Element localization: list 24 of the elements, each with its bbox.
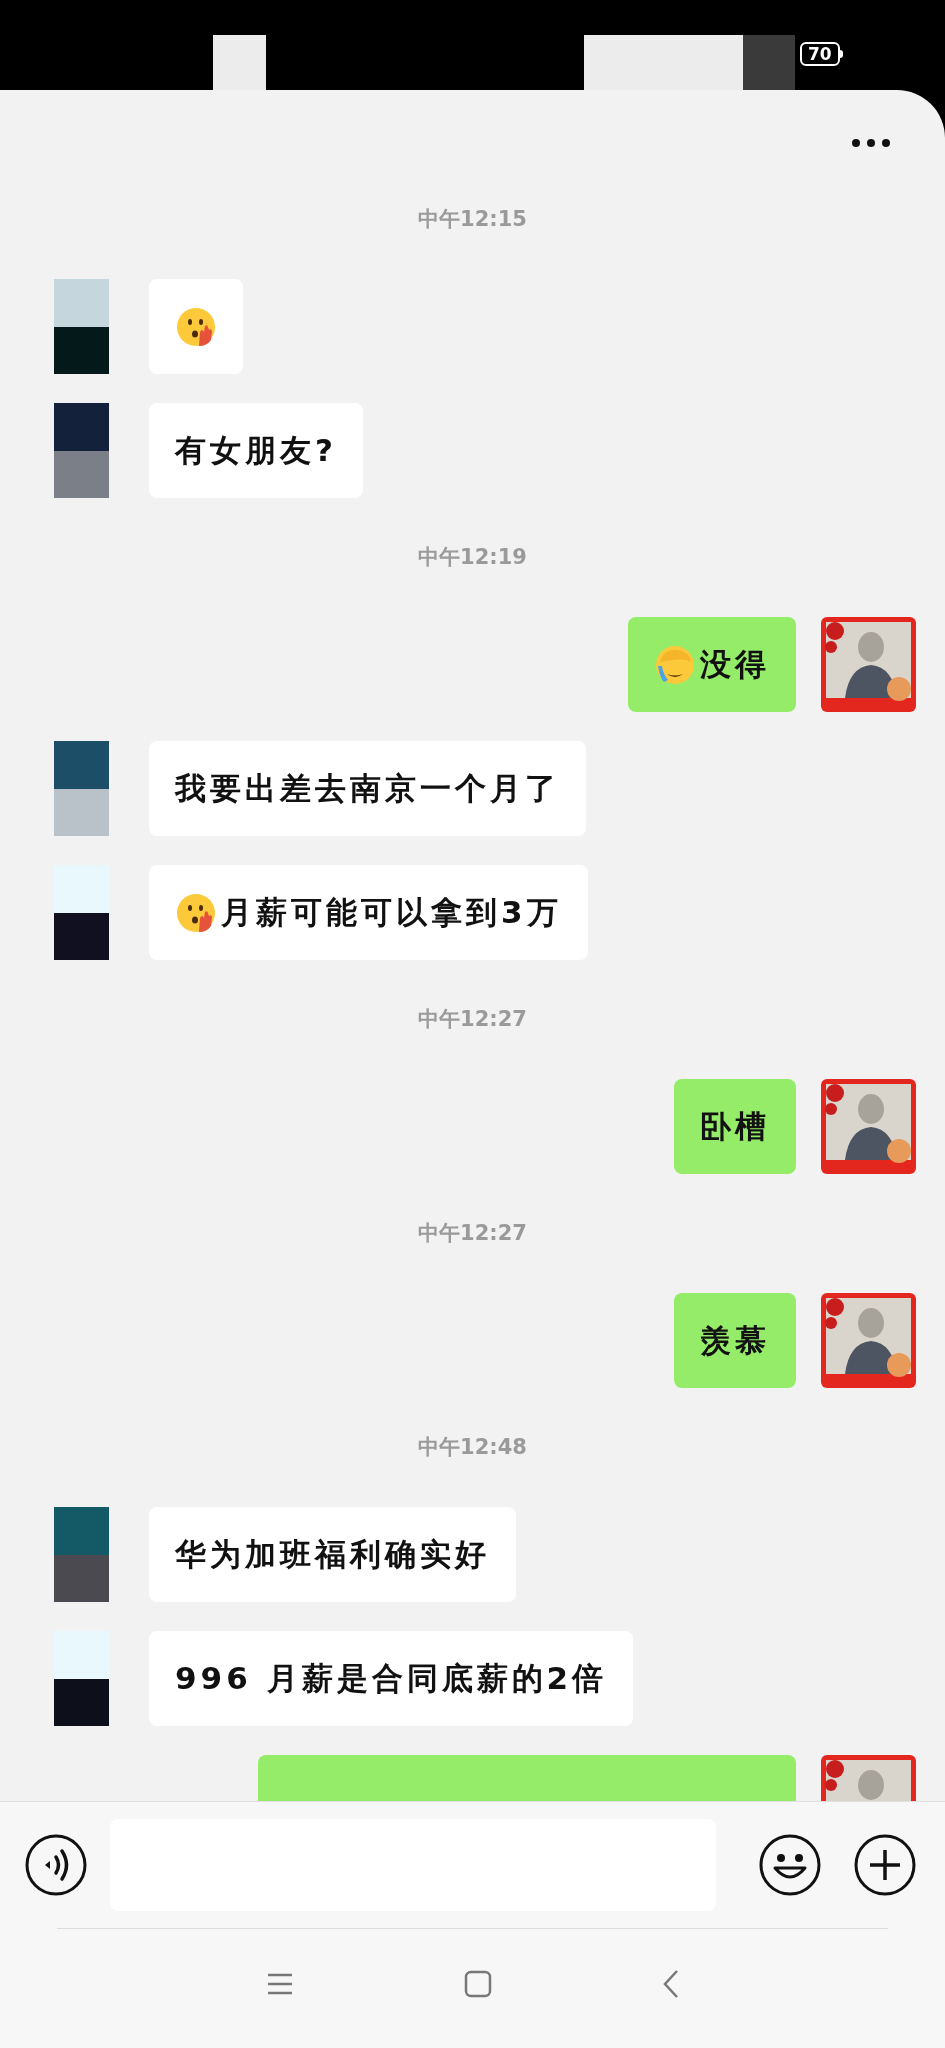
add-icon[interactable] (854, 1834, 916, 1896)
emoji-icon (175, 305, 217, 348)
voice-icon[interactable] (25, 1834, 87, 1896)
back-icon[interactable] (661, 1968, 680, 1999)
emoji-icon[interactable] (759, 1834, 821, 1896)
message-text: 月薪可能可以拿到3万 (221, 893, 562, 933)
message-text: 华为加班福利确实好 (175, 1535, 490, 1575)
timestamp: 中午12:27 (418, 1006, 527, 1033)
timestamp: 中午12:19 (418, 544, 527, 571)
message-text: 羡慕 (700, 1321, 770, 1361)
timestamp: 中午12:27 (418, 1220, 527, 1247)
more-icon[interactable] (851, 137, 891, 148)
message-text: 没得 (700, 645, 770, 685)
menu-icon[interactable] (265, 1971, 294, 1996)
emoji-icon (654, 643, 696, 686)
emoji-icon (175, 891, 217, 934)
battery-icon: 70 (800, 42, 840, 66)
timestamp: 中午12:15 (418, 206, 527, 233)
timestamp: 中午12:48 (418, 1434, 527, 1461)
message-text: 卧槽 (700, 1107, 770, 1147)
home-icon[interactable] (463, 1969, 492, 1998)
message-text: 996 月薪是合同底薪的2倍 (175, 1659, 608, 1699)
message-text: 我要出差去南京一个月了 (175, 769, 560, 809)
message-text: 有女朋友? (175, 431, 337, 471)
